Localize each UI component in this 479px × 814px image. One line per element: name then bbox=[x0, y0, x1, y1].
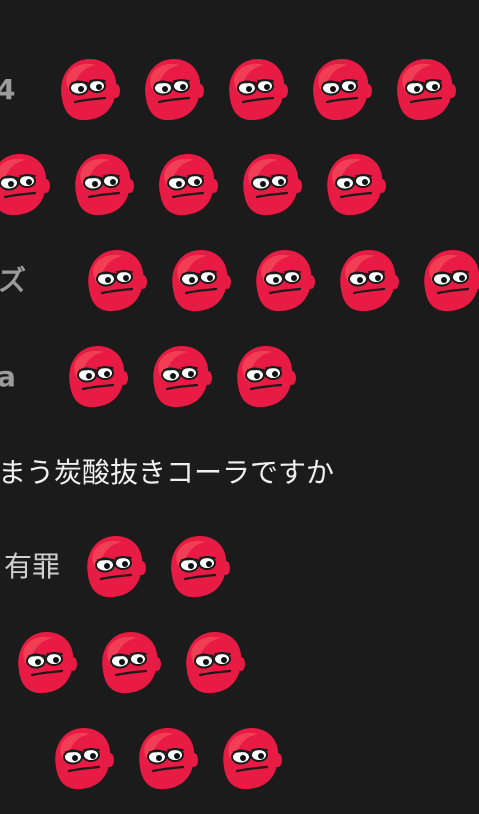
red-face-emote-icon bbox=[327, 154, 386, 216]
red-face-emote-icon bbox=[139, 728, 198, 790]
red-face-emote-icon bbox=[186, 632, 245, 694]
chat-prefix: 4 bbox=[0, 73, 16, 106]
red-face-emote-icon bbox=[243, 154, 302, 216]
red-face-emote-icon bbox=[88, 250, 147, 312]
red-face-emote-icon bbox=[75, 154, 134, 216]
chat-prefix: 有罪 bbox=[4, 550, 61, 583]
red-face-emote-icon bbox=[102, 632, 161, 694]
red-face-emote-icon bbox=[159, 154, 218, 216]
chat-line bbox=[0, 623, 479, 703]
red-face-emote-icon bbox=[223, 728, 282, 790]
red-face-emote-icon bbox=[237, 346, 296, 408]
red-face-emote-icon bbox=[397, 59, 456, 121]
red-face-emote-icon bbox=[424, 250, 479, 312]
chat-line: a bbox=[0, 337, 479, 417]
chat-line: 有罪 bbox=[0, 527, 479, 607]
red-face-emote-icon bbox=[172, 250, 231, 312]
chat-line: ズ bbox=[0, 241, 479, 321]
red-face-emote-icon bbox=[0, 154, 50, 216]
chat-viewport: { "theme": { "background": "#1b1b1b", "t… bbox=[0, 0, 479, 814]
red-face-emote-icon bbox=[55, 728, 114, 790]
chat-prefix: ズ bbox=[0, 264, 27, 297]
red-face-emote-icon bbox=[69, 346, 128, 408]
red-face-emote-icon bbox=[229, 59, 288, 121]
red-face-emote-icon bbox=[256, 250, 315, 312]
red-face-emote-icon bbox=[153, 346, 212, 408]
red-face-emote-icon bbox=[87, 536, 146, 598]
red-face-emote-icon bbox=[313, 59, 372, 121]
red-face-emote-icon bbox=[61, 59, 120, 121]
chat-line: 4 bbox=[0, 50, 479, 130]
red-face-emote-icon bbox=[171, 536, 230, 598]
red-face-emote-icon bbox=[145, 59, 204, 121]
red-face-emote-icon bbox=[18, 632, 77, 694]
red-face-emote-icon bbox=[340, 250, 399, 312]
chat-line bbox=[0, 145, 479, 225]
chat-line: まう炭酸抜きコーラですか bbox=[0, 433, 479, 513]
chat-line bbox=[0, 719, 479, 799]
chat-message-text: まう炭酸抜きコーラですか bbox=[0, 456, 335, 489]
chat-prefix: a bbox=[0, 360, 16, 393]
